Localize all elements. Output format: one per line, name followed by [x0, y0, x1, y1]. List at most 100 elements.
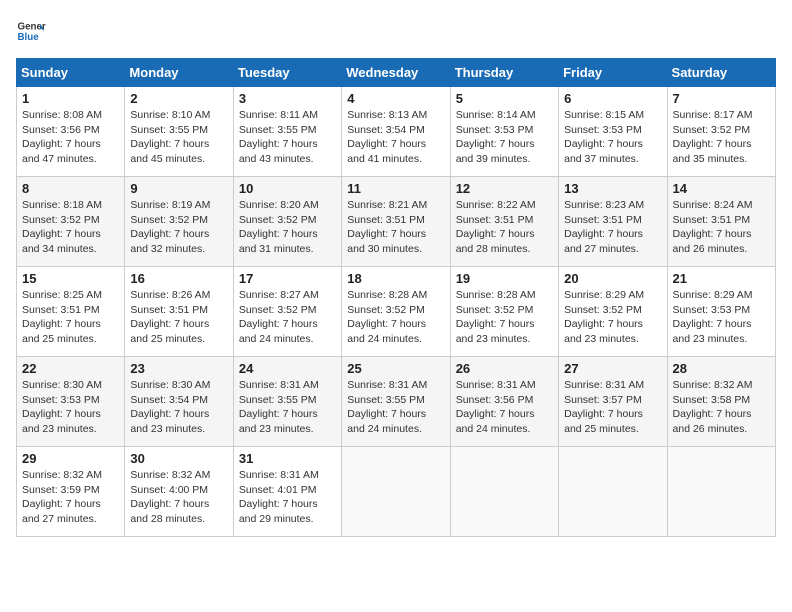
day-detail: Sunrise: 8:20 AMSunset: 3:52 PMDaylight:… [239, 198, 336, 257]
day-detail: Sunrise: 8:30 AMSunset: 3:53 PMDaylight:… [22, 378, 119, 437]
calendar-cell [667, 447, 775, 537]
day-detail: Sunrise: 8:17 AMSunset: 3:52 PMDaylight:… [673, 108, 770, 167]
day-number: 11 [347, 181, 444, 196]
weekday-header-monday: Monday [125, 59, 233, 87]
calendar-cell: 20 Sunrise: 8:29 AMSunset: 3:52 PMDayligh… [559, 267, 667, 357]
day-number: 27 [564, 361, 661, 376]
calendar-cell: 7 Sunrise: 8:17 AMSunset: 3:52 PMDaylight… [667, 87, 775, 177]
calendar-cell: 30 Sunrise: 8:32 AMSunset: 4:00 PMDayligh… [125, 447, 233, 537]
calendar-cell: 21 Sunrise: 8:29 AMSunset: 3:53 PMDayligh… [667, 267, 775, 357]
calendar-cell: 24 Sunrise: 8:31 AMSunset: 3:55 PMDayligh… [233, 357, 341, 447]
day-detail: Sunrise: 8:31 AMSunset: 3:57 PMDaylight:… [564, 378, 661, 437]
day-detail: Sunrise: 8:30 AMSunset: 3:54 PMDaylight:… [130, 378, 227, 437]
calendar-cell: 13 Sunrise: 8:23 AMSunset: 3:51 PMDayligh… [559, 177, 667, 267]
calendar-table: SundayMondayTuesdayWednesdayThursdayFrid… [16, 58, 776, 537]
day-number: 25 [347, 361, 444, 376]
calendar-cell: 14Sunrise: 8:24 AMSunset: 3:51 PMDayligh… [667, 177, 775, 267]
day-detail: Sunrise: 8:25 AMSunset: 3:51 PMDaylight:… [22, 288, 119, 347]
day-number: 26 [456, 361, 553, 376]
day-detail: Sunrise: 8:19 AMSunset: 3:52 PMDaylight:… [130, 198, 227, 257]
day-number: 10 [239, 181, 336, 196]
day-number: 31 [239, 451, 336, 466]
day-number: 9 [130, 181, 227, 196]
weekday-header-sunday: Sunday [17, 59, 125, 87]
day-number: 4 [347, 91, 444, 106]
day-detail: Sunrise: 8:08 AMSunset: 3:56 PMDaylight:… [22, 108, 119, 167]
day-detail: Sunrise: 8:29 AMSunset: 3:52 PMDaylight:… [564, 288, 661, 347]
day-number: 15 [22, 271, 119, 286]
calendar-cell: 12Sunrise: 8:22 AMSunset: 3:51 PMDayligh… [450, 177, 558, 267]
day-number: 18 [347, 271, 444, 286]
day-number: 8 [22, 181, 119, 196]
calendar-cell: 27 Sunrise: 8:31 AMSunset: 3:57 PMDayligh… [559, 357, 667, 447]
day-detail: Sunrise: 8:26 AMSunset: 3:51 PMDaylight:… [130, 288, 227, 347]
day-detail: Sunrise: 8:28 AMSunset: 3:52 PMDaylight:… [456, 288, 553, 347]
day-detail: Sunrise: 8:11 AMSunset: 3:55 PMDaylight:… [239, 108, 336, 167]
weekday-header-saturday: Saturday [667, 59, 775, 87]
day-detail: Sunrise: 8:32 AMSunset: 3:58 PMDaylight:… [673, 378, 770, 437]
calendar-cell: 4 Sunrise: 8:13 AMSunset: 3:54 PMDaylight… [342, 87, 450, 177]
weekday-header-wednesday: Wednesday [342, 59, 450, 87]
calendar-cell: 2 Sunrise: 8:10 AMSunset: 3:55 PMDaylight… [125, 87, 233, 177]
calendar-cell [450, 447, 558, 537]
day-number: 1 [22, 91, 119, 106]
calendar-cell: 15 Sunrise: 8:25 AMSunset: 3:51 PMDayligh… [17, 267, 125, 357]
day-detail: Sunrise: 8:24 AMSunset: 3:51 PMDaylight:… [673, 198, 770, 257]
calendar-cell: 22 Sunrise: 8:30 AMSunset: 3:53 PMDayligh… [17, 357, 125, 447]
calendar-cell: 6 Sunrise: 8:15 AMSunset: 3:53 PMDaylight… [559, 87, 667, 177]
calendar-cell: 8 Sunrise: 8:18 AMSunset: 3:52 PMDaylight… [17, 177, 125, 267]
day-number: 30 [130, 451, 227, 466]
day-number: 6 [564, 91, 661, 106]
day-detail: Sunrise: 8:10 AMSunset: 3:55 PMDaylight:… [130, 108, 227, 167]
calendar-cell: 3 Sunrise: 8:11 AMSunset: 3:55 PMDaylight… [233, 87, 341, 177]
day-number: 13 [564, 181, 661, 196]
day-number: 28 [673, 361, 770, 376]
calendar-cell: 9 Sunrise: 8:19 AMSunset: 3:52 PMDaylight… [125, 177, 233, 267]
day-number: 12 [456, 181, 553, 196]
calendar-cell [342, 447, 450, 537]
calendar-cell: 26 Sunrise: 8:31 AMSunset: 3:56 PMDayligh… [450, 357, 558, 447]
page-header: General Blue [16, 16, 776, 46]
calendar-cell: 19 Sunrise: 8:28 AMSunset: 3:52 PMDayligh… [450, 267, 558, 357]
day-detail: Sunrise: 8:28 AMSunset: 3:52 PMDaylight:… [347, 288, 444, 347]
svg-text:Blue: Blue [18, 32, 40, 43]
day-number: 29 [22, 451, 119, 466]
day-detail: Sunrise: 8:31 AMSunset: 3:55 PMDaylight:… [347, 378, 444, 437]
day-number: 2 [130, 91, 227, 106]
logo: General Blue [16, 16, 50, 46]
calendar-cell: 16 Sunrise: 8:26 AMSunset: 3:51 PMDayligh… [125, 267, 233, 357]
day-number: 22 [22, 361, 119, 376]
day-number: 19 [456, 271, 553, 286]
day-detail: Sunrise: 8:18 AMSunset: 3:52 PMDaylight:… [22, 198, 119, 257]
day-detail: Sunrise: 8:15 AMSunset: 3:53 PMDaylight:… [564, 108, 661, 167]
day-detail: Sunrise: 8:32 AMSunset: 4:00 PMDaylight:… [130, 468, 227, 527]
day-number: 23 [130, 361, 227, 376]
day-number: 5 [456, 91, 553, 106]
calendar-cell: 17 Sunrise: 8:27 AMSunset: 3:52 PMDayligh… [233, 267, 341, 357]
calendar-cell [559, 447, 667, 537]
day-number: 24 [239, 361, 336, 376]
weekday-header-tuesday: Tuesday [233, 59, 341, 87]
day-detail: Sunrise: 8:27 AMSunset: 3:52 PMDaylight:… [239, 288, 336, 347]
day-detail: Sunrise: 8:14 AMSunset: 3:53 PMDaylight:… [456, 108, 553, 167]
day-number: 16 [130, 271, 227, 286]
day-detail: Sunrise: 8:21 AMSunset: 3:51 PMDaylight:… [347, 198, 444, 257]
day-detail: Sunrise: 8:31 AMSunset: 3:55 PMDaylight:… [239, 378, 336, 437]
weekday-header-friday: Friday [559, 59, 667, 87]
day-number: 7 [673, 91, 770, 106]
calendar-cell: 31 Sunrise: 8:31 AMSunset: 4:01 PMDayligh… [233, 447, 341, 537]
day-detail: Sunrise: 8:29 AMSunset: 3:53 PMDaylight:… [673, 288, 770, 347]
calendar-cell: 10 Sunrise: 8:20 AMSunset: 3:52 PMDayligh… [233, 177, 341, 267]
calendar-cell: 25 Sunrise: 8:31 AMSunset: 3:55 PMDayligh… [342, 357, 450, 447]
day-detail: Sunrise: 8:13 AMSunset: 3:54 PMDaylight:… [347, 108, 444, 167]
day-detail: Sunrise: 8:31 AMSunset: 4:01 PMDaylight:… [239, 468, 336, 527]
day-number: 21 [673, 271, 770, 286]
day-number: 20 [564, 271, 661, 286]
calendar-cell: 5 Sunrise: 8:14 AMSunset: 3:53 PMDaylight… [450, 87, 558, 177]
day-detail: Sunrise: 8:31 AMSunset: 3:56 PMDaylight:… [456, 378, 553, 437]
day-detail: Sunrise: 8:23 AMSunset: 3:51 PMDaylight:… [564, 198, 661, 257]
day-number: 17 [239, 271, 336, 286]
day-number: 3 [239, 91, 336, 106]
calendar-cell: 11 Sunrise: 8:21 AMSunset: 3:51 PMDayligh… [342, 177, 450, 267]
calendar-cell: 28 Sunrise: 8:32 AMSunset: 3:58 PMDayligh… [667, 357, 775, 447]
